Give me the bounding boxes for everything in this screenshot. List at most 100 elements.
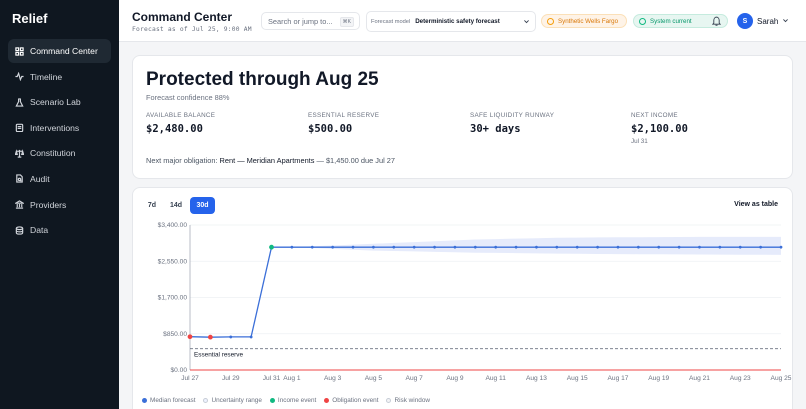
search-input[interactable]: Search or jump to... ⌘K [261,12,360,30]
sidebar-item-constitution[interactable]: Constitution [8,141,111,165]
grid-icon [15,46,24,56]
activity-icon [15,72,24,82]
essential-reserve-label: Essential reserve [194,352,243,359]
sidebar-item-label: Constitution [30,148,76,159]
forecast-timestamp: Forecast as of Jul 25, 9:00 AM [132,26,252,33]
obligation-name: Rent — Meridian Apartments [219,156,315,165]
check-circle-icon [639,17,646,25]
sidebar-item-label: Timeline [30,71,63,82]
y-tick-label: $850.00 [163,331,187,338]
legend-label: Risk window [394,397,430,404]
median-point [718,245,722,249]
x-tick-label: Jul 27 [181,375,199,382]
sidebar-item-audit[interactable]: Audit [8,167,111,191]
forecast-model-select[interactable]: Forecast model Deterministic safety fore… [366,11,536,32]
sidebar-item-scenario-lab[interactable]: Scenario Lab [8,90,111,114]
median-point [290,245,294,249]
obligation-event-marker [207,334,213,340]
median-point [677,245,681,249]
median-point [555,245,559,249]
median-point [535,245,538,249]
flask-icon [15,98,24,107]
sidebar-item-timeline[interactable]: Timeline [8,65,111,89]
median-point [453,245,457,249]
legend-risk: Risk window [386,397,430,404]
median-point [575,245,579,249]
shortcut-hint: ⌘K [339,17,354,27]
x-tick-label: Aug 7 [406,375,424,382]
sidebar-item-data[interactable]: Data [8,218,111,242]
protection-headline: Protected through Aug 25 [146,69,379,90]
sidebar-item-label: Providers [30,199,67,210]
median-point [473,245,477,249]
y-tick-label: $0.00 [170,367,187,374]
x-tick-label: Aug 23 [730,375,751,382]
chart-legend: Median forecast Uncertainty range Income… [142,397,438,404]
x-tick-label: Aug 19 [648,375,669,382]
legend-swatch [203,398,209,403]
bank-icon [15,200,24,209]
median-point [738,245,742,249]
chevron-down-icon[interactable] [782,17,789,24]
stat-value: 30+ days [470,123,521,135]
brand-logo[interactable]: Relief [12,11,47,26]
stat-label: NEXT INCOME [631,112,678,119]
sidebar-item-command-center[interactable]: Command Center [8,39,111,63]
x-tick-label: Aug 25 [771,375,792,382]
avatar[interactable]: S [737,13,753,29]
median-point [494,245,498,249]
income-event-marker [269,244,274,250]
median-point [229,335,233,339]
median-point [657,245,661,249]
user-name[interactable]: Sarah [757,17,778,26]
x-tick-label: Aug 5 [365,375,383,382]
x-tick-label: Aug 13 [526,375,547,382]
obligation-event-marker [187,334,193,340]
stat-liquidity-runway: SAFE LIQUIDITY RUNWAY 30+ days [470,112,554,135]
median-point [331,245,335,249]
median-point [698,245,701,249]
stat-label: ESSENTIAL RESERVE [308,112,380,119]
sidebar-item-providers[interactable]: Providers [8,193,111,217]
sidebar-item-label: Scenario Lab [30,97,81,108]
x-tick-label: Aug 21 [689,375,710,382]
stat-essential-reserve: ESSENTIAL RESERVE $500.00 [308,112,379,135]
provider-badge[interactable]: Synthetic Wells Fargo [541,14,627,28]
x-tick-label: Aug 17 [608,375,629,382]
x-tick-label: Aug 1 [283,375,301,382]
stat-value: $500.00 [308,123,353,135]
legend-label: Uncertainty range [211,397,262,404]
y-tick-label: $2,550.00 [158,258,188,265]
scale-icon [15,148,24,158]
legend-label: Income event [277,397,317,404]
forecast-model-label: Forecast model [371,18,411,25]
median-point [616,245,620,249]
forecast-chart: $0.00 $850.00 $1,700.00 $2,550.00 $3,400.00 E… [158,222,792,382]
legend-median: Median forecast [142,397,195,404]
obligation-prefix: Next major obligation: [146,156,218,165]
legend-swatch [324,398,330,403]
sidebar-item-interventions[interactable]: Interventions [8,116,111,140]
median-point [759,245,763,249]
median-point [310,245,314,249]
forecast-confidence: Forecast confidence 88% [146,93,230,102]
sidebar-item-label: Command Center [30,46,98,56]
next-obligation: Next major obligation: Rent — Meridian A… [146,156,395,165]
median-point [351,245,355,249]
forecast-chart-card: 7d 14d 30d View as table $0.00 $850.00 $1,… [132,187,793,409]
stat-label: AVAILABLE BALANCE [146,112,216,119]
sidebar-nav: Command Center Timeline Scenario Lab Int… [8,39,111,244]
page-title: Command Center [132,10,233,24]
sidebar-item-label: Audit [30,173,50,184]
legend-swatch [269,398,275,403]
y-tick-label: $3,400.00 [158,222,188,229]
median-point [372,245,375,249]
bell-icon[interactable] [712,16,721,26]
stat-label: SAFE LIQUIDITY RUNWAY [470,112,555,119]
database-icon [15,225,24,235]
x-tick-label: Jul 29 [222,375,240,382]
stat-value: $2,100.00 [631,123,688,135]
legend-income: Income event [269,397,317,404]
x-tick-label: Aug 9 [446,375,464,382]
median-point [412,245,416,249]
